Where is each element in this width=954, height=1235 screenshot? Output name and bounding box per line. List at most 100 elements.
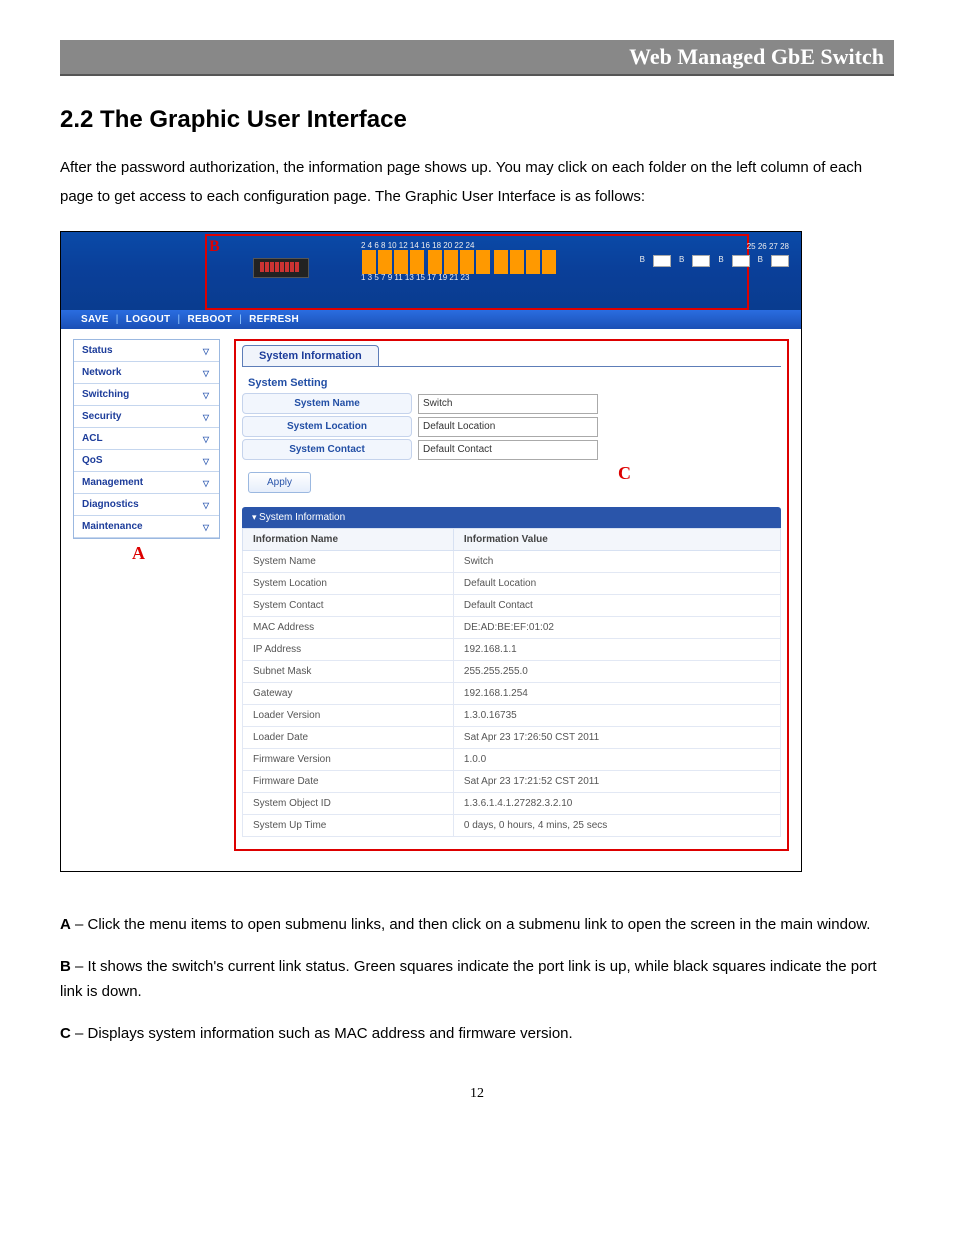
info-value-cell: Default Location <box>453 573 780 595</box>
table-row: System LocationDefault Location <box>243 573 781 595</box>
table-row: System NameSwitch <box>243 551 781 573</box>
sidebar-item-label: Security <box>82 411 121 422</box>
table-row: Firmware Version1.0.0 <box>243 749 781 771</box>
refresh-button[interactable]: REFRESH <box>249 314 299 325</box>
legend-b: B – It shows the switch's current link s… <box>60 954 894 1005</box>
sidebar-item-label: Maintenance <box>82 521 143 532</box>
table-row: MAC AddressDE:AD:BE:EF:01:02 <box>243 617 781 639</box>
info-value-cell: 1.3.6.1.4.1.27282.3.2.10 <box>453 793 780 815</box>
chevron-down-icon: ▽ <box>201 435 211 443</box>
tab-system-information[interactable]: System Information <box>242 345 379 366</box>
system-contact-label: System Contact <box>242 439 412 460</box>
toolbar-sep: | <box>239 314 242 325</box>
sidebar-item-label: Management <box>82 477 143 488</box>
top-banner: B 2 4 6 8 10 12 14 16 18 20 22 24 1 3 5 … <box>61 232 801 310</box>
info-value-cell: 1.3.0.16735 <box>453 705 780 727</box>
intro-paragraph: After the password authorization, the in… <box>60 154 894 211</box>
info-panel-header[interactable]: System Information <box>242 507 781 528</box>
reboot-button[interactable]: REBOOT <box>187 314 232 325</box>
content-panel: C System Information System Setting Syst… <box>234 339 789 851</box>
table-row: System Object ID1.3.6.1.4.1.27282.3.2.10 <box>243 793 781 815</box>
system-location-input[interactable] <box>418 417 598 437</box>
apply-button[interactable]: Apply <box>248 472 311 493</box>
sidebar-item-acl[interactable]: ACL ▽ <box>74 428 219 450</box>
sfp-section: 25 26 27 28 B B B B <box>640 242 789 267</box>
info-table: Information Name Information Value Syste… <box>242 528 781 837</box>
system-name-label: System Name <box>242 393 412 414</box>
toolbar-sep: | <box>177 314 180 325</box>
callout-c-label: C <box>618 463 631 484</box>
sidebar-item-switching[interactable]: Switching ▽ <box>74 384 219 406</box>
sidebar-item-qos[interactable]: QoS ▽ <box>74 450 219 472</box>
sidebar-item-label: ACL <box>82 433 103 444</box>
port-labels-bottom: 1 3 5 7 9 11 13 15 17 19 21 23 <box>361 274 557 282</box>
info-name-cell: MAC Address <box>243 617 454 639</box>
system-setting-heading: System Setting <box>248 377 781 389</box>
chevron-down-icon: ▽ <box>201 369 211 377</box>
legend-c: C – Displays system information such as … <box>60 1021 894 1047</box>
info-name-cell: Loader Version <box>243 705 454 727</box>
sidebar: Status ▽ Network ▽ Switching ▽ Security … <box>73 339 220 539</box>
legend-a: A – Click the menu items to open submenu… <box>60 912 894 938</box>
table-row: Firmware DateSat Apr 23 17:21:52 CST 201… <box>243 771 781 793</box>
info-name-cell: IP Address <box>243 639 454 661</box>
info-value-cell: 192.168.1.254 <box>453 683 780 705</box>
legend-block: A – Click the menu items to open submenu… <box>60 912 894 1046</box>
sidebar-item-maintenance[interactable]: Maintenance ▽ <box>74 516 219 538</box>
sidebar-item-diagnostics[interactable]: Diagnostics ▽ <box>74 494 219 516</box>
info-panel-title: System Information <box>259 512 345 523</box>
port-labels-top: 2 4 6 8 10 12 14 16 18 20 22 24 <box>361 242 557 250</box>
sidebar-item-label: Network <box>82 367 121 378</box>
sidebar-item-security[interactable]: Security ▽ <box>74 406 219 428</box>
doc-header: Web Managed GbE Switch <box>60 40 894 76</box>
chevron-down-icon: ▽ <box>201 501 211 509</box>
info-value-cell: Sat Apr 23 17:21:52 CST 2011 <box>453 771 780 793</box>
chevron-down-icon: ▽ <box>201 523 211 531</box>
info-value-cell: 192.168.1.1 <box>453 639 780 661</box>
info-name-cell: Subnet Mask <box>243 661 454 683</box>
info-name-cell: Loader Date <box>243 727 454 749</box>
callout-a-label: A <box>132 543 145 564</box>
info-name-cell: Gateway <box>243 683 454 705</box>
toolbar: SAVE | LOGOUT | REBOOT | REFRESH <box>61 310 801 329</box>
info-value-cell: 1.0.0 <box>453 749 780 771</box>
system-name-input[interactable] <box>418 394 598 414</box>
chevron-down-icon: ▽ <box>201 391 211 399</box>
info-name-cell: System Object ID <box>243 793 454 815</box>
port-diagram: 2 4 6 8 10 12 14 16 18 20 22 24 1 3 5 7 … <box>361 242 557 282</box>
sidebar-item-label: Switching <box>82 389 129 400</box>
info-value-cell: Sat Apr 23 17:26:50 CST 2011 <box>453 727 780 749</box>
info-value-cell: DE:AD:BE:EF:01:02 <box>453 617 780 639</box>
info-name-cell: Firmware Version <box>243 749 454 771</box>
table-row: System ContactDefault Contact <box>243 595 781 617</box>
device-thumbnail <box>253 258 309 278</box>
sidebar-item-network[interactable]: Network ▽ <box>74 362 219 384</box>
system-contact-input[interactable] <box>418 440 598 460</box>
save-button[interactable]: SAVE <box>81 314 109 325</box>
callout-b-label: B <box>209 238 220 256</box>
info-value-cell: Default Contact <box>453 595 780 617</box>
chevron-down-icon: ▽ <box>201 457 211 465</box>
table-row: System Up Time0 days, 0 hours, 4 mins, 2… <box>243 815 781 837</box>
table-row: Loader DateSat Apr 23 17:26:50 CST 2011 <box>243 727 781 749</box>
logout-button[interactable]: LOGOUT <box>126 314 171 325</box>
info-name-cell: System Up Time <box>243 815 454 837</box>
sidebar-item-management[interactable]: Management ▽ <box>74 472 219 494</box>
info-value-cell: 255.255.255.0 <box>453 661 780 683</box>
table-row: Gateway192.168.1.254 <box>243 683 781 705</box>
tab-strip: System Information <box>242 345 781 367</box>
system-location-label: System Location <box>242 416 412 437</box>
info-name-cell: System Contact <box>243 595 454 617</box>
sidebar-item-label: QoS <box>82 455 103 466</box>
info-name-cell: System Location <box>243 573 454 595</box>
chevron-down-icon: ▽ <box>201 413 211 421</box>
sidebar-item-status[interactable]: Status ▽ <box>74 340 219 362</box>
sidebar-item-label: Diagnostics <box>82 499 139 510</box>
sidebar-item-label: Status <box>82 345 113 356</box>
info-table-head-name: Information Name <box>243 529 454 551</box>
sfp-labels: 25 26 27 28 <box>640 242 789 251</box>
table-row: Loader Version1.3.0.16735 <box>243 705 781 727</box>
table-row: Subnet Mask255.255.255.0 <box>243 661 781 683</box>
section-title: 2.2 The Graphic User Interface <box>60 106 894 134</box>
info-table-body: System NameSwitchSystem LocationDefault … <box>243 551 781 837</box>
